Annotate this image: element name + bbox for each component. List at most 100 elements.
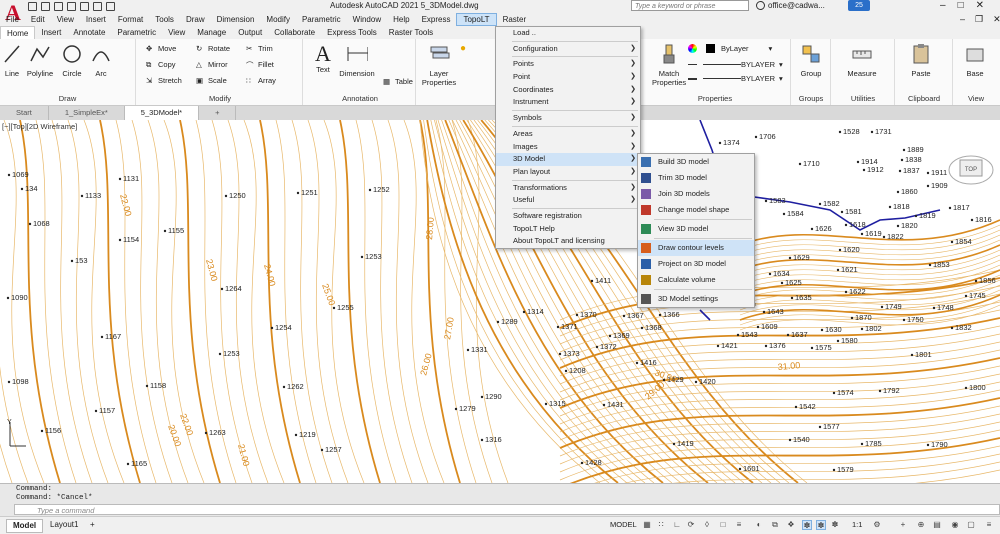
menu-window[interactable]: Window [347, 13, 387, 26]
mirror-button[interactable]: △ Mirror [196, 60, 228, 69]
survey-point-marker[interactable] [590, 279, 594, 283]
paste-button[interactable]: Paste [906, 43, 936, 78]
ribbon-tab-manage[interactable]: Manage [191, 26, 232, 39]
survey-point-marker[interactable] [480, 395, 484, 399]
save-icon[interactable] [54, 2, 63, 11]
save-as-icon[interactable] [67, 2, 76, 11]
survey-point-marker[interactable] [840, 210, 844, 214]
ortho-icon[interactable]: ∟ [672, 520, 682, 530]
survey-point-marker[interactable] [218, 352, 222, 356]
survey-point-marker[interactable] [635, 361, 639, 365]
grid-icon[interactable]: ▦ [642, 520, 652, 530]
quick-properties-icon[interactable]: ▤ [932, 520, 942, 530]
menu-item-instrument[interactable]: Instrument ❯ [496, 96, 640, 109]
survey-point-marker[interactable] [738, 467, 742, 471]
menu-dimension[interactable]: Dimension [211, 13, 261, 26]
menu-item-topolt-help[interactable]: TopoLT Help [496, 223, 640, 236]
linetype-dropdown[interactable]: BYLAYER ▾ [688, 60, 783, 69]
menu-item-software-registration[interactable]: Software registration [496, 210, 640, 223]
selection-cycling-icon[interactable]: ⧉ [770, 520, 780, 530]
survey-point-marker[interactable] [580, 461, 584, 465]
survey-point-marker[interactable] [780, 281, 784, 285]
lineweight-icon[interactable]: ≡ [734, 520, 744, 530]
layer-bulb-icon[interactable]: ● [460, 43, 466, 54]
survey-point-marker[interactable] [224, 194, 228, 198]
survey-point-marker[interactable] [926, 443, 930, 447]
survey-point-marker[interactable] [296, 191, 300, 195]
line-button[interactable]: Line [2, 43, 22, 78]
survey-point-marker[interactable] [204, 431, 208, 435]
draw-panel-title[interactable]: Draw [0, 94, 135, 103]
survey-point-marker[interactable] [756, 325, 760, 329]
survey-point-marker[interactable] [640, 326, 644, 330]
command-input[interactable]: Type a command [14, 504, 1000, 515]
survey-point-marker[interactable] [880, 305, 884, 309]
dimension-button[interactable]: Dimension [337, 43, 377, 78]
doc-restore-icon[interactable]: ❐ [975, 14, 983, 25]
annotation-monitor-icon[interactable]: + [898, 520, 908, 530]
rotate-button[interactable]: ↻ Rotate [196, 44, 230, 53]
utilities-panel-title[interactable]: Utilities [832, 94, 894, 103]
survey-point-marker[interactable] [736, 333, 740, 337]
viewcube[interactable]: TOP [946, 148, 996, 188]
survey-point-marker[interactable] [764, 199, 768, 203]
document-tab[interactable]: 5_3DModel* [124, 106, 200, 120]
survey-point-marker[interactable] [902, 318, 906, 322]
group-button[interactable]: Group [794, 43, 828, 78]
survey-point-marker[interactable] [595, 345, 599, 349]
survey-point-marker[interactable] [762, 310, 766, 314]
survey-point-marker[interactable] [622, 314, 626, 318]
document-tab[interactable]: Start [0, 106, 49, 120]
menu-item-3d-model[interactable]: 3D Model ❯ [496, 153, 640, 166]
annotation-panel-title[interactable]: Annotation [305, 94, 415, 103]
survey-point-marker[interactable] [844, 290, 848, 294]
search-input[interactable]: Type a keyword or phrase [631, 0, 749, 11]
ribbon-tab-home[interactable]: Home [0, 26, 36, 39]
survey-point-marker[interactable] [860, 442, 864, 446]
array-button[interactable]: ∷ Array [246, 76, 276, 85]
survey-point-marker[interactable] [860, 327, 864, 331]
survey-point-marker[interactable] [928, 263, 932, 267]
submenu-item-change-model-shape[interactable]: Change model shape [638, 202, 754, 218]
survey-point-marker[interactable] [964, 294, 968, 298]
doc-minimize-icon[interactable]: – [960, 14, 965, 25]
submenu-item-3d-model-settings[interactable]: 3D Model settings [638, 291, 754, 307]
new-file-icon[interactable] [28, 2, 37, 11]
ribbon-tab-collaborate[interactable]: Collaborate [268, 26, 321, 39]
survey-point-marker[interactable] [788, 438, 792, 442]
menu-raster[interactable]: Raster [497, 13, 533, 26]
survey-point-marker[interactable] [838, 130, 842, 134]
survey-point-marker[interactable] [832, 468, 836, 472]
survey-point-marker[interactable] [838, 248, 842, 252]
survey-point-marker[interactable] [790, 296, 794, 300]
survey-point-marker[interactable] [764, 344, 768, 348]
survey-point-marker[interactable] [658, 313, 662, 317]
print-icon[interactable] [80, 2, 89, 11]
document-tab[interactable]: 1_SimpleEx* [49, 106, 125, 120]
annotation-scale-value[interactable]: 1:1 [846, 519, 868, 531]
survey-point-marker[interactable] [694, 380, 698, 384]
isodraft-icon[interactable]: ◊ [702, 520, 712, 530]
submenu-item-draw-contour-levels[interactable]: Draw contour levels [638, 240, 754, 256]
survey-point-marker[interactable] [118, 177, 122, 181]
survey-point-marker[interactable] [294, 433, 298, 437]
units-icon[interactable]: ⊕ [916, 520, 926, 530]
lineweight-dropdown[interactable]: BYLAYER ▾ [688, 74, 783, 83]
autoscale-icon[interactable]: ✽ [816, 520, 826, 530]
survey-point-marker[interactable] [608, 334, 612, 338]
move-button[interactable]: ✥ Move [146, 44, 176, 53]
survey-point-marker[interactable] [898, 169, 902, 173]
close-icon[interactable]: ✕ [976, 0, 984, 11]
submenu-item-join-3d-models[interactable]: Join 3D models [638, 186, 754, 202]
survey-point-marker[interactable] [718, 141, 722, 145]
trim-button[interactable]: ✂ Trim [246, 44, 273, 53]
clipboard-panel-title[interactable]: Clipboard [896, 94, 952, 103]
modify-panel-title[interactable]: Modify [138, 94, 302, 103]
arc-button[interactable]: Arc [90, 43, 112, 78]
notification-badge[interactable]: 25 [848, 0, 870, 11]
annotation-scale-icon[interactable]: ✽ [830, 520, 840, 530]
survey-point-marker[interactable] [926, 171, 930, 175]
survey-point-marker[interactable] [270, 326, 274, 330]
survey-point-marker[interactable] [556, 325, 560, 329]
survey-point-marker[interactable] [950, 326, 954, 330]
